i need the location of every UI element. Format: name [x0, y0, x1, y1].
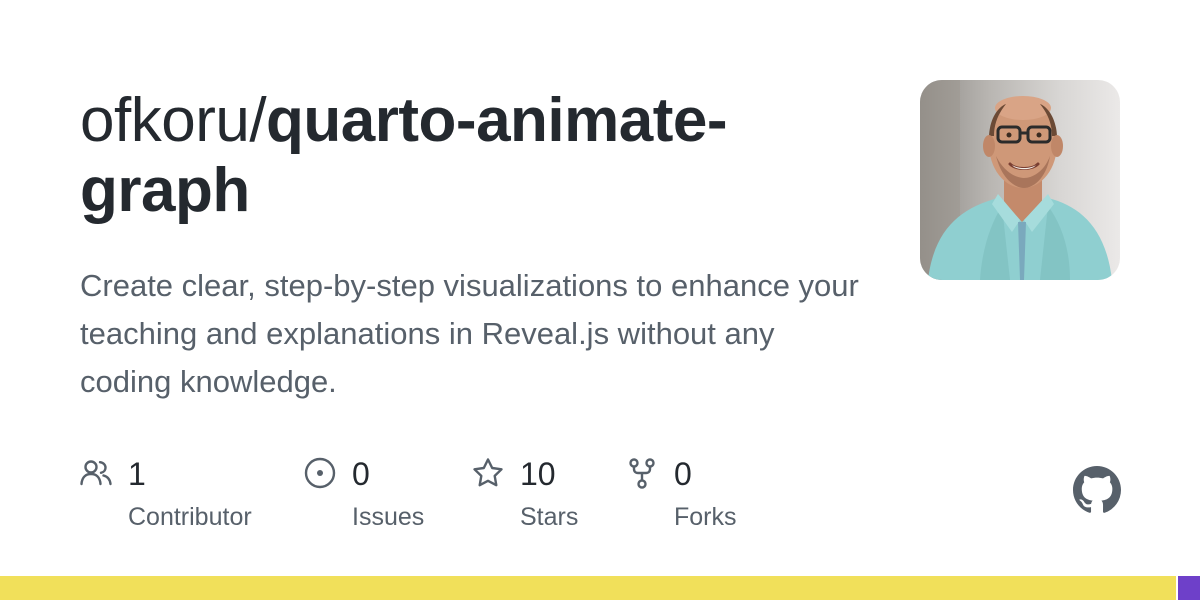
stat-label: Contributor	[128, 503, 252, 531]
language-segment	[0, 576, 1177, 600]
issue-icon	[304, 457, 336, 489]
language-bar	[0, 576, 1200, 600]
star-icon	[473, 458, 503, 487]
stat-count: 1	[128, 456, 146, 492]
stat-count: 0	[352, 456, 370, 492]
stat-label: Forks	[674, 503, 737, 531]
stat-label: Stars	[520, 503, 579, 531]
owner-avatar	[920, 80, 1120, 280]
stat-count: 10	[520, 456, 556, 492]
github-logo-icon[interactable]	[1073, 466, 1121, 514]
repo-description: Create clear, step-by-step visualization…	[80, 268, 859, 399]
repo-title: ofkoru/quarto-animate-graph	[80, 86, 840, 226]
avatar-photo	[920, 80, 1120, 280]
stat-count: 0	[674, 456, 692, 492]
fork-icon	[629, 458, 655, 489]
stat-label: Issues	[352, 503, 425, 531]
repo-owner: ofkoru/	[80, 86, 267, 155]
language-segment	[1178, 576, 1200, 600]
people-icon	[80, 460, 112, 486]
